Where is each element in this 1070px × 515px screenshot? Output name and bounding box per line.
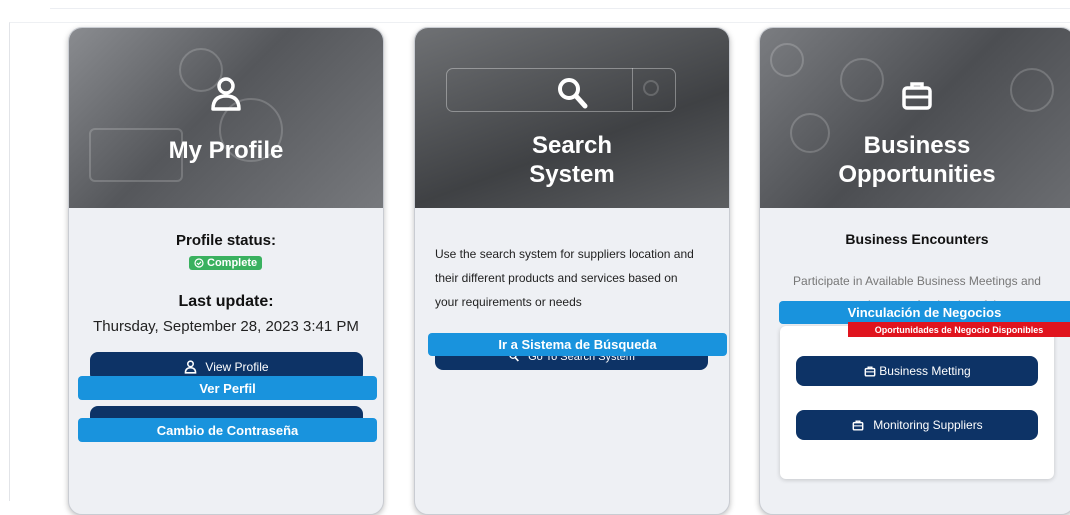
last-update-label: Last update:: [178, 293, 274, 310]
status-badge: Complete: [189, 256, 263, 270]
ir-a-sistema-button[interactable]: Ir a Sistema de Búsqueda: [428, 333, 727, 356]
business-encounters-heading: Business Encounters: [845, 231, 989, 247]
status-badge-text: Complete: [207, 257, 258, 269]
search-card: Search System Use the search system for …: [414, 27, 730, 515]
profile-status-label: Profile status:: [175, 232, 277, 249]
search-description-line: your requirements or needs: [435, 295, 582, 309]
ver-perfil-label: Ver Perfil: [199, 380, 256, 396]
search-icon: [558, 78, 588, 109]
briefcase-icon: [852, 419, 864, 431]
check-circle-icon: [194, 258, 204, 268]
business-card-title-line1: Business: [863, 132, 971, 159]
briefcase-icon: [902, 82, 932, 110]
monitoring-suppliers-label: Monitoring Suppliers: [873, 418, 983, 432]
business-hero-image: Business Opportunities: [760, 28, 1070, 208]
business-description-line: Participate in Available Business Meetin…: [793, 274, 1041, 288]
ver-perfil-button[interactable]: Ver Perfil: [78, 376, 377, 400]
business-card-title-line2: Opportunities: [838, 161, 996, 188]
oportunidades-label: Oportunidades de Negocio Disponibles: [874, 324, 1044, 335]
briefcase-icon: [864, 365, 876, 377]
ir-a-sistema-label: Ir a Sistema de Búsqueda: [498, 337, 657, 352]
monitoring-suppliers-button[interactable]: Monitoring Suppliers: [796, 410, 1038, 440]
oportunidades-tag[interactable]: Oportunidades de Negocio Disponibles: [848, 322, 1070, 337]
search-description-line: their different products and services ba…: [435, 271, 678, 285]
vinculacion-negocios-button[interactable]: Vinculación de Negocios: [779, 301, 1070, 324]
search-description-line: Use the search system for suppliers loca…: [435, 247, 694, 261]
search-card-title-line1: Search: [531, 132, 613, 159]
page-divider: [50, 8, 1070, 9]
cambio-contrasena-button[interactable]: Cambio de Contraseña: [78, 418, 377, 442]
search-description: Use the search system for suppliers loca…: [435, 242, 715, 314]
search-hero-image: Search System: [415, 28, 729, 208]
business-actions-panel: Business Metting Monitoring Suppliers: [780, 326, 1054, 479]
vinculacion-negocios-label: Vinculación de Negocios: [847, 305, 1002, 320]
business-metting-label: Business Metting: [879, 364, 971, 378]
user-icon: [211, 77, 241, 111]
profile-hero-image: My Profile: [69, 28, 383, 208]
search-card-title-line2: System: [529, 161, 615, 188]
last-update-value: Thursday, September 28, 2023 3:41 PM: [93, 318, 359, 335]
business-metting-button[interactable]: Business Metting: [796, 356, 1038, 386]
user-icon: [185, 360, 197, 374]
cambio-contrasena-label: Cambio de Contraseña: [156, 422, 299, 438]
profile-card-title: My Profile: [168, 137, 284, 164]
view-profile-label: View Profile: [205, 360, 269, 374]
